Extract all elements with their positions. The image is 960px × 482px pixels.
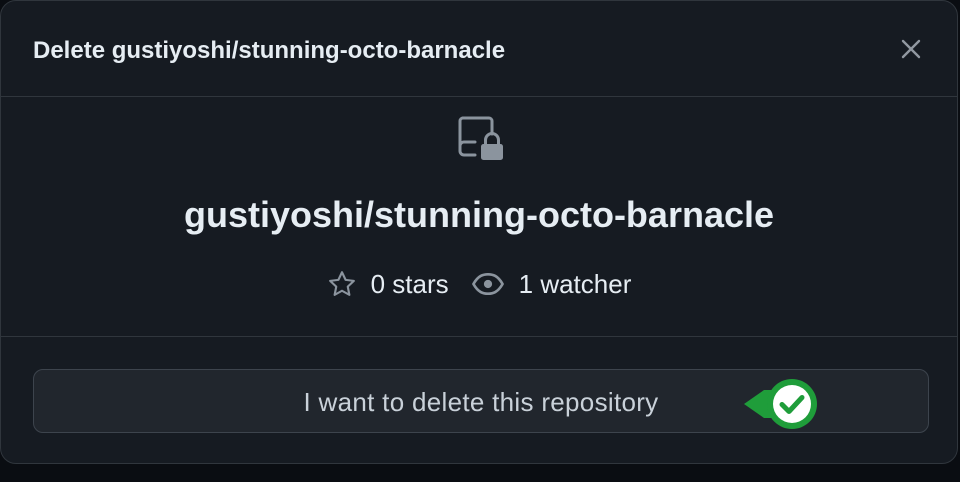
repository-stats: 0 stars 1 watcher — [1, 267, 957, 301]
eye-icon — [471, 272, 504, 296]
star-icon — [328, 271, 355, 296]
stars-count-label: 0 stars — [370, 269, 449, 299]
watchers-stat: 1 watcher — [471, 267, 632, 301]
repo-locked-icon — [458, 116, 503, 160]
close-button[interactable] — [893, 31, 929, 67]
watchers-count-label: 1 watcher — [518, 269, 632, 299]
stars-stat: 0 stars — [327, 267, 449, 301]
repository-name: gustiyoshi/stunning-octo-barnacle — [183, 194, 775, 235]
check-circle-icon — [744, 379, 817, 429]
x-icon — [901, 39, 921, 59]
dialog-title: Delete gustiyoshi/stunning-octo-barnacle — [33, 37, 506, 64]
dialog-header: Delete gustiyoshi/stunning-octo-barnacle — [1, 1, 957, 97]
dialog-body: gustiyoshi/stunning-octo-barnacle 0 star… — [1, 97, 957, 337]
